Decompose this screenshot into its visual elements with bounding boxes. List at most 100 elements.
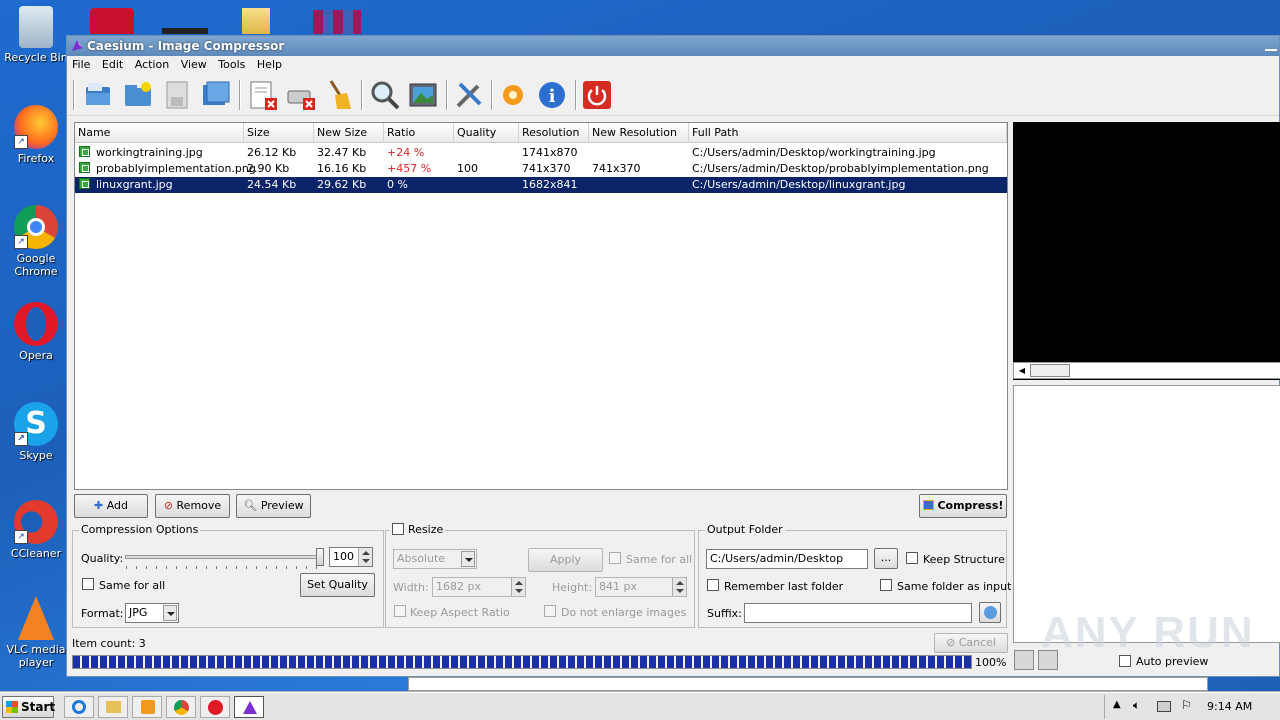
volume-icon[interactable]: 🔈︎	[1133, 698, 1140, 713]
spin-arrows-icon[interactable]	[511, 578, 525, 596]
menu-edit[interactable]: Edit	[102, 58, 123, 71]
compress-button[interactable]: Compress!	[919, 494, 1007, 518]
remember-last-folder-checkbox[interactable]	[707, 579, 719, 591]
column-header-new-size[interactable]: New Size	[314, 123, 384, 143]
quality-slider-thumb[interactable]	[316, 548, 324, 566]
resize-mode-select[interactable]: Absolute	[393, 549, 477, 569]
image-preview-icon[interactable]	[407, 79, 439, 111]
progress-percent: 100%	[975, 656, 1007, 669]
scroll-thumb[interactable]	[1030, 364, 1070, 377]
keep-aspect-ratio-checkbox[interactable]	[394, 605, 406, 617]
taskbar: Start ▲ 🔈︎ ⚐ 9:14 AM	[0, 692, 1280, 720]
preview-scrollbar[interactable]: ◀	[1013, 362, 1280, 379]
resize-title-text: Resize	[408, 523, 444, 536]
resize-same-for-all-checkbox[interactable]	[609, 552, 621, 564]
title-bar[interactable]: Caesium - Image Compressor	[67, 36, 1279, 56]
menu-file[interactable]: File	[72, 58, 90, 71]
save-icon[interactable]	[161, 79, 193, 111]
column-header-resolution[interactable]: Resolution	[519, 123, 589, 143]
scroll-left-arrow-icon[interactable]: ◀	[1016, 365, 1028, 377]
output-path-field[interactable]: C:/Users/admin/Desktop	[706, 549, 868, 569]
desktop-icon-opera[interactable]: Opera	[0, 302, 72, 362]
app-shortcut-icon[interactable]	[162, 28, 208, 34]
settings-icon[interactable]	[453, 79, 485, 111]
quality-spinbox[interactable]: 100	[329, 547, 373, 567]
desktop-icon-skype[interactable]: S ↗ Skype	[0, 402, 72, 462]
cancel-button[interactable]: ⊘ Cancel	[934, 633, 1008, 653]
do-not-enlarge-checkbox[interactable]	[544, 605, 556, 617]
same-for-all-checkbox[interactable]	[82, 578, 94, 590]
column-header-size[interactable]: Size	[244, 123, 314, 143]
desktop-icon-firefox[interactable]: ↗ Firefox	[0, 105, 72, 165]
open-file-icon[interactable]	[82, 79, 114, 111]
folder-icon[interactable]	[242, 8, 270, 34]
width-spinbox[interactable]: 1682 px	[432, 577, 526, 597]
fit-to-window-icon[interactable]	[1014, 650, 1034, 670]
quality-value: 100	[333, 550, 354, 563]
skype-icon: S ↗	[14, 402, 58, 446]
background-window[interactable]	[408, 677, 1208, 691]
apply-button[interactable]: Apply	[528, 548, 603, 572]
plus-icon: ✚	[93, 499, 104, 512]
action-center-flag-icon[interactable]: ⚐	[1181, 698, 1192, 712]
firefox-icon: ↗	[14, 105, 58, 149]
taskbar-explorer[interactable]	[98, 696, 128, 718]
copy-icon[interactable]	[200, 79, 232, 111]
column-header-new-resolution[interactable]: New Resolution	[589, 123, 689, 143]
remove-file-icon[interactable]	[247, 79, 279, 111]
menu-tools[interactable]: Tools	[218, 58, 245, 71]
taskbar-caesium[interactable]	[234, 696, 264, 718]
taskbar-ie[interactable]	[64, 696, 94, 718]
column-header-full-path[interactable]: Full Path	[689, 123, 1007, 143]
menu-action[interactable]: Action	[135, 58, 169, 71]
cell-ratio: +24 %	[387, 146, 425, 159]
remove-button[interactable]: ⊘ Remove	[155, 494, 230, 518]
winrar-icon[interactable]	[313, 10, 361, 34]
menu-view[interactable]: View	[181, 58, 207, 71]
clean-icon[interactable]	[323, 79, 355, 111]
resize-checkbox[interactable]	[392, 523, 404, 535]
same-folder-as-input-checkbox[interactable]	[880, 579, 892, 591]
table-row[interactable]: workingtraining.jpg 26.12 Kb 32.47 Kb +2…	[75, 145, 1007, 161]
preview-button[interactable]: 🔍︎ Preview	[236, 494, 311, 518]
suffix-apply-button[interactable]	[979, 602, 1001, 623]
clear-list-icon[interactable]	[285, 79, 317, 111]
table-row-selected[interactable]: linuxgrant.jpg 24.54 Kb 29.62 Kb 0 % 168…	[75, 177, 1007, 193]
add-folder-icon[interactable]	[122, 79, 154, 111]
update-icon[interactable]	[497, 79, 529, 111]
spin-arrows-icon[interactable]	[358, 548, 372, 566]
keep-structure-checkbox[interactable]	[906, 552, 918, 564]
column-header-ratio[interactable]: Ratio	[384, 123, 454, 143]
desktop-icon-recycle-bin[interactable]: Recycle Bin	[0, 6, 72, 64]
table-row[interactable]: probablyimplementation.png 2.90 Kb 16.16…	[75, 161, 1007, 177]
browse-button[interactable]: ...	[874, 548, 898, 569]
file-list-table[interactable]: Name Size New Size Ratio Quality Resolut…	[74, 122, 1008, 490]
clock[interactable]: 9:14 AM	[1207, 700, 1252, 713]
show-hidden-icons-icon[interactable]: ▲	[1113, 699, 1121, 710]
suffix-field[interactable]	[744, 603, 972, 623]
desktop-icon-vlc[interactable]: VLC media player	[0, 596, 72, 669]
spin-arrows-icon[interactable]	[672, 578, 686, 596]
desktop-icon-ccleaner[interactable]: ↗ CCleaner	[0, 500, 72, 560]
format-select[interactable]: JPG	[125, 603, 179, 623]
network-icon[interactable]	[1157, 701, 1171, 712]
info-icon[interactable]: i	[536, 79, 568, 111]
minimize-button[interactable]	[1265, 41, 1277, 51]
menu-help[interactable]: Help	[257, 58, 282, 71]
cell-full-path: C:/Users/admin/Desktop/workingtraining.j…	[692, 146, 936, 159]
column-header-quality[interactable]: Quality	[454, 123, 519, 143]
add-button[interactable]: ✚ Add	[74, 494, 148, 518]
taskbar-opera[interactable]	[200, 696, 230, 718]
start-button[interactable]: Start	[2, 696, 55, 718]
acrobat-icon[interactable]	[90, 8, 134, 34]
column-header-name[interactable]: Name	[75, 123, 244, 143]
taskbar-chrome[interactable]	[166, 696, 196, 718]
quality-slider[interactable]	[125, 548, 324, 569]
desktop-icon-label: Opera	[19, 349, 53, 362]
search-icon[interactable]	[369, 79, 401, 111]
height-spinbox[interactable]: 841 px	[595, 577, 687, 597]
set-quality-button[interactable]: Set Quality	[300, 573, 375, 597]
desktop-icon-chrome[interactable]: ↗ Google Chrome	[0, 205, 72, 278]
taskbar-media-player[interactable]	[132, 696, 162, 718]
exit-icon[interactable]	[581, 79, 613, 111]
